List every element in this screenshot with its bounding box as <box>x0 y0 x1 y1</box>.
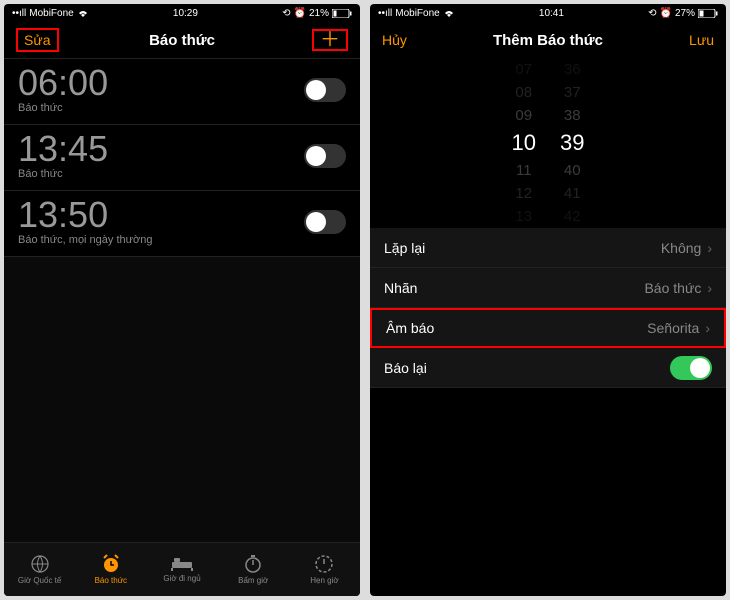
clock-time: 10:29 <box>173 8 198 19</box>
battery-label: 21% <box>309 8 329 19</box>
tab-timer[interactable]: Hẹn giờ <box>289 543 360 596</box>
orientation-lock-icon: ⟲ <box>648 8 656 19</box>
alarm-time: 13:45 <box>18 131 108 167</box>
tab-alarm[interactable]: Báo thức <box>75 543 146 596</box>
alarm-time: 13:50 <box>18 197 152 233</box>
signal-icon: ••ıll <box>12 8 26 19</box>
alarm-icon: ⏰ <box>294 8 306 19</box>
edit-button[interactable]: Sửa <box>16 28 59 52</box>
alarm-time: 06:00 <box>18 65 108 101</box>
snooze-row: Báo lại <box>370 348 726 388</box>
wifi-icon <box>77 9 89 18</box>
snooze-toggle[interactable] <box>670 356 712 380</box>
nav-title: Báo thức <box>149 32 215 49</box>
clock-time: 10:41 <box>539 8 564 19</box>
carrier-label: MobiFone <box>395 8 439 19</box>
cancel-button[interactable]: Hủy <box>382 32 407 48</box>
tab-bedtime[interactable]: Giờ đi ngủ <box>146 543 217 596</box>
carrier-label: MobiFone <box>29 8 73 19</box>
chevron-right-icon: › <box>705 320 710 336</box>
sound-row[interactable]: Âm báo Señorita› <box>370 308 726 348</box>
battery-icon <box>332 9 352 18</box>
alarm-row[interactable]: 13:50 Báo thức, mọi ngày thường <box>4 191 360 257</box>
battery-label: 27% <box>675 8 695 19</box>
minute-column[interactable]: 36 37 38 39 40 41 42 <box>560 61 584 225</box>
add-button[interactable]: ＋ <box>312 29 348 51</box>
alarm-icon: ⏰ <box>660 8 672 19</box>
nav-title: Thêm Báo thức <box>493 32 603 49</box>
alarm-toggle[interactable] <box>304 78 346 102</box>
status-bar: ••ıll MobiFone 10:29 ⟲ ⏰ 21% <box>4 4 360 22</box>
alarm-options-list: Lặp lại Không› Nhãn Báo thức› Âm báo Señ… <box>370 228 726 388</box>
alarm-list-screen: ••ıll MobiFone 10:29 ⟲ ⏰ 21% Sửa Báo thứ… <box>4 4 360 596</box>
orientation-lock-icon: ⟲ <box>282 8 290 19</box>
nav-bar: Hủy Thêm Báo thức Lưu <box>370 22 726 58</box>
nav-bar: Sửa Báo thức ＋ <box>4 22 360 58</box>
tab-world-clock[interactable]: Giờ Quốc tế <box>4 543 75 596</box>
label-row[interactable]: Nhãn Báo thức› <box>370 268 726 308</box>
save-button[interactable]: Lưu <box>689 32 714 48</box>
alarm-row[interactable]: 06:00 Báo thức <box>4 59 360 125</box>
chevron-right-icon: › <box>707 280 712 296</box>
signal-icon: ••ıll <box>378 8 392 19</box>
wifi-icon <box>443 9 455 18</box>
add-alarm-screen: ••ıll MobiFone 10:41 ⟲ ⏰ 27% Hủy Thêm Bá… <box>370 4 726 596</box>
alarm-label: Báo thức <box>18 102 108 114</box>
status-bar: ••ıll MobiFone 10:41 ⟲ ⏰ 27% <box>370 4 726 22</box>
hour-column[interactable]: 07 08 09 10 11 12 13 <box>512 61 536 225</box>
alarms-list: 06:00 Báo thức 13:45 Báo thức 13:50 Báo … <box>4 58 360 542</box>
battery-icon <box>698 9 718 18</box>
chevron-right-icon: › <box>707 240 712 256</box>
alarm-toggle[interactable] <box>304 210 346 234</box>
alarm-row[interactable]: 13:45 Báo thức <box>4 125 360 191</box>
alarm-toggle[interactable] <box>304 144 346 168</box>
alarm-label: Báo thức <box>18 168 108 180</box>
time-picker[interactable]: 07 08 09 10 11 12 13 36 37 38 39 40 41 4… <box>370 58 726 228</box>
tab-stopwatch[interactable]: Bấm giờ <box>218 543 289 596</box>
repeat-row[interactable]: Lặp lại Không› <box>370 228 726 268</box>
alarm-label: Báo thức, mọi ngày thường <box>18 234 152 246</box>
tab-bar: Giờ Quốc tế Báo thức Giờ đi ngủ Bấm giờ … <box>4 542 360 596</box>
